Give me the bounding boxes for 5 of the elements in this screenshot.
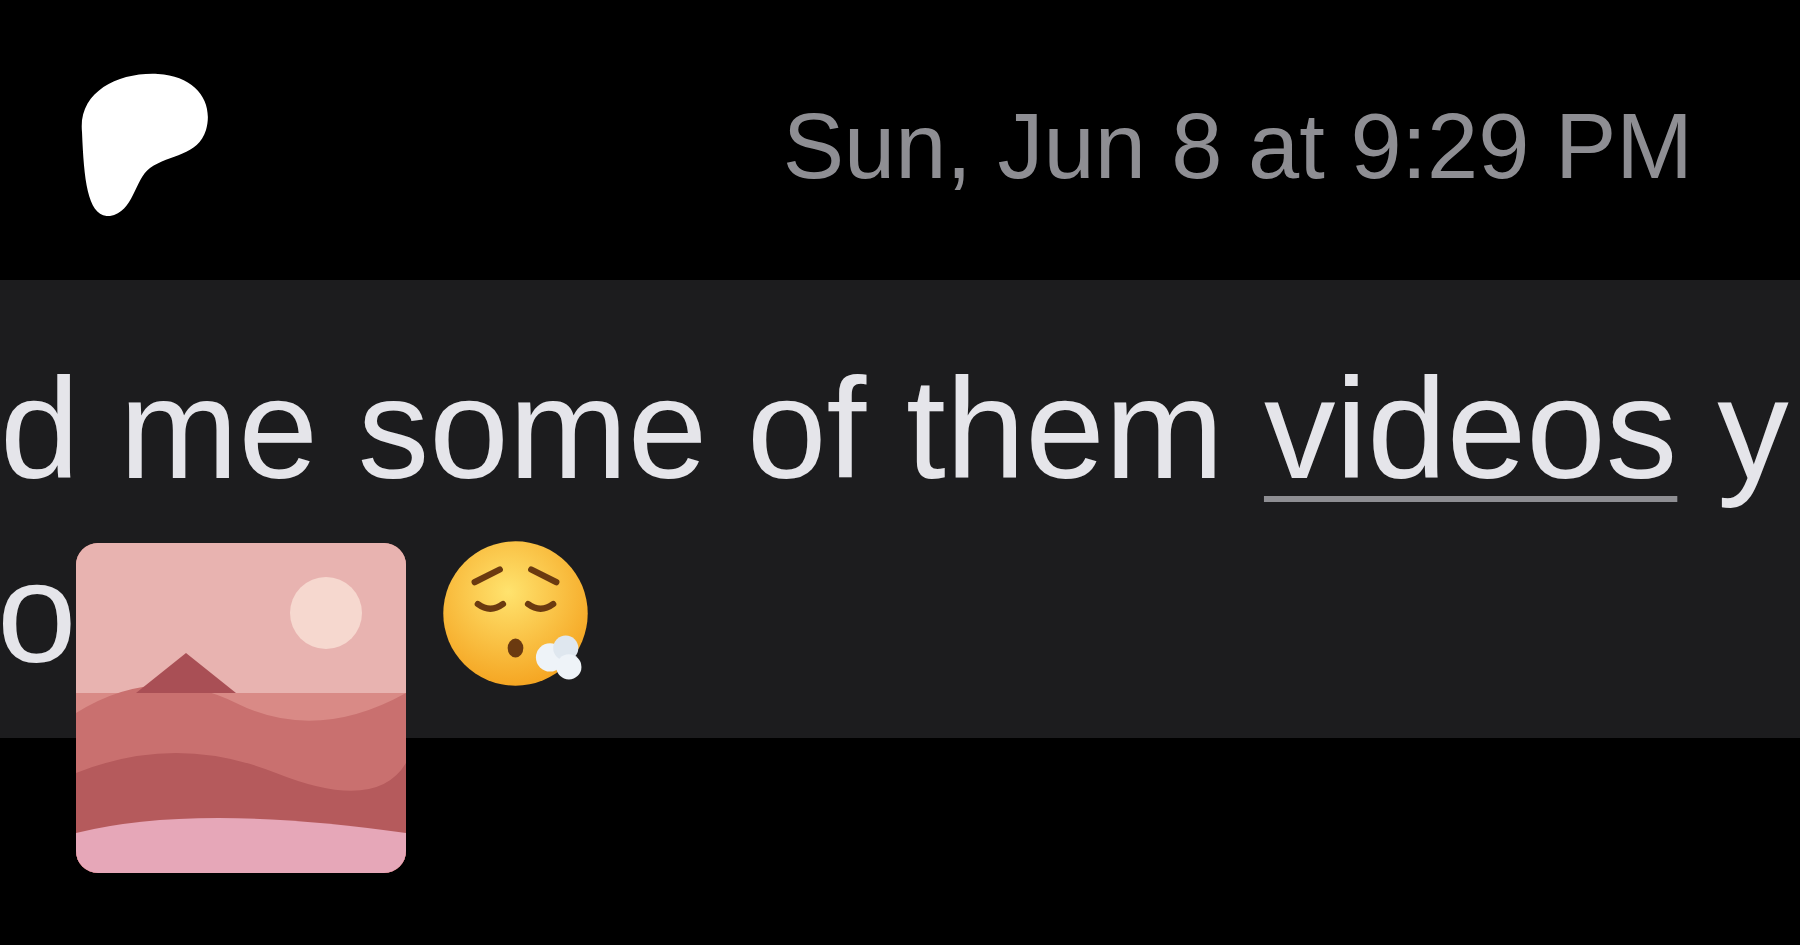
link-text[interactable]: videos bbox=[1263, 337, 1678, 521]
message-text: d me some of them bbox=[0, 348, 1224, 510]
message-text: o bbox=[0, 532, 77, 694]
message-text: y bbox=[1717, 348, 1789, 510]
timestamp: Sun, Jun 8 at 9:29 PM bbox=[782, 100, 1693, 192]
